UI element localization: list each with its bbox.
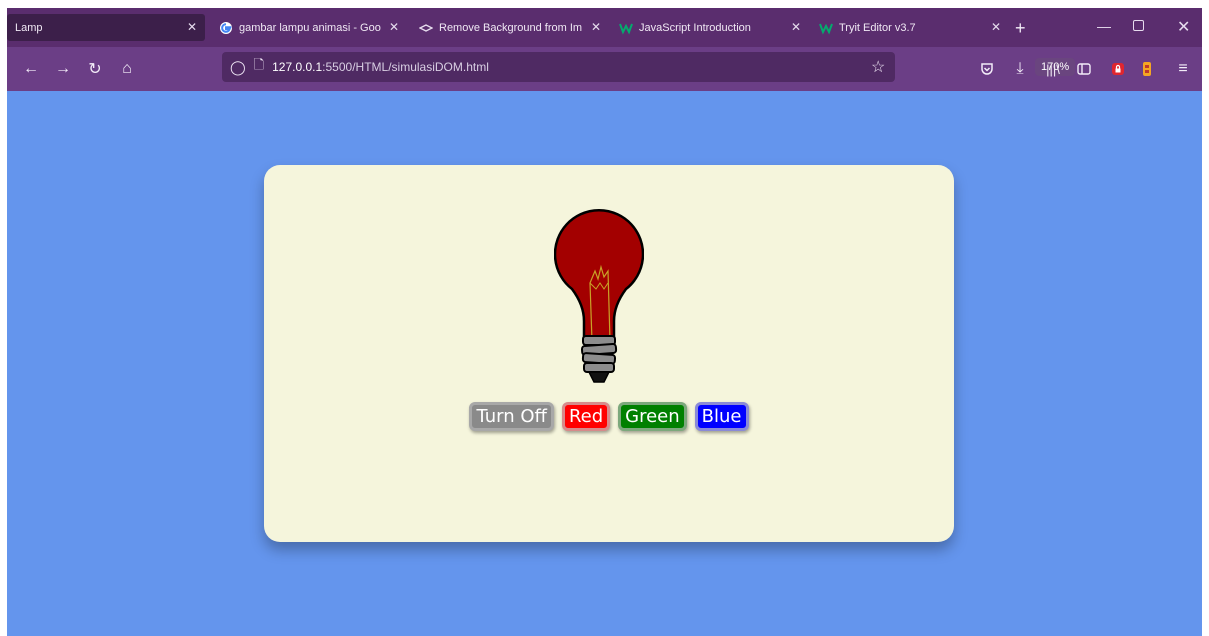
shield-icon[interactable]: ◯ [230, 59, 246, 76]
tab-label: Lamp [15, 21, 43, 34]
tab-js-intro[interactable]: JavaScript Introduction ✕ [611, 14, 809, 41]
tab-tryit[interactable]: Tryit Editor v3.7 ✕ [811, 14, 1009, 41]
lightbulb-icon [554, 209, 644, 383]
menu-icon[interactable]: ≡ [1173, 59, 1193, 79]
library-icon[interactable]: |||\ [1043, 59, 1063, 79]
reload-icon[interactable]: ↻ [85, 59, 105, 79]
tab-bar: Lamp ✕ gambar lampu animasi - Goo ✕ Remo… [7, 8, 1202, 47]
extension-lock-icon[interactable] [1108, 59, 1128, 79]
url-host: 127.0.0.1 [272, 60, 323, 74]
url-path: :5500/HTML/simulasiDOM.html [322, 60, 489, 74]
w3schools-icon [619, 21, 633, 35]
download-icon[interactable]: ⤓ [1010, 59, 1030, 79]
tab-remove-bg[interactable]: Remove Background from Im ✕ [411, 14, 609, 41]
lamp-card: Turn Off Red Green Blue [264, 165, 954, 542]
home-icon[interactable]: ⌂ [117, 59, 137, 79]
tab-label: Remove Background from Im [439, 21, 583, 34]
google-icon [219, 21, 233, 35]
tab-label: gambar lampu animasi - Goo [239, 21, 381, 34]
blue-button[interactable]: Blue [694, 402, 749, 431]
page-icon: 🗋 [253, 57, 265, 72]
browser-window: Lamp ✕ gambar lampu animasi - Goo ✕ Remo… [7, 8, 1202, 636]
close-icon[interactable]: ✕ [791, 20, 801, 34]
w3schools-icon [819, 21, 833, 35]
back-icon[interactable]: ← [21, 59, 41, 79]
tab-label: JavaScript Introduction [639, 21, 751, 34]
extension-icon[interactable] [1137, 59, 1157, 79]
restore-icon[interactable] [1133, 20, 1144, 31]
forward-icon[interactable]: → [53, 59, 73, 79]
close-window-icon[interactable]: ✕ [1177, 17, 1190, 37]
address-bar[interactable]: ◯ 🗋 127.0.0.1:5500/HTML/simulasiDOM.html… [222, 52, 1076, 82]
pocket-icon[interactable] [977, 59, 997, 79]
green-button[interactable]: Green [618, 402, 687, 431]
close-icon[interactable]: ✕ [389, 20, 399, 34]
close-icon[interactable]: ✕ [187, 20, 197, 34]
tab-google-search[interactable]: gambar lampu animasi - Goo ✕ [211, 14, 407, 41]
red-button[interactable]: Red [561, 402, 611, 431]
minimize-icon[interactable]: — [1097, 18, 1111, 34]
bookmark-star-icon[interactable]: ☆ [871, 57, 885, 77]
layers-icon [419, 21, 433, 35]
close-icon[interactable]: ✕ [991, 20, 1001, 34]
nav-bar: ← → ↻ ⌂ ◯ 🗋 127.0.0.1:5500/HTML/simulasi… [7, 47, 1202, 91]
tab-lamp[interactable]: Lamp ✕ [7, 14, 205, 41]
turn-off-button[interactable]: Turn Off [469, 402, 554, 431]
lamp-controls: Turn Off Red Green Blue [264, 402, 954, 431]
close-icon[interactable]: ✕ [591, 20, 601, 34]
sidebar-icon[interactable] [1074, 59, 1094, 79]
new-tab-icon[interactable]: + [1015, 18, 1026, 39]
page-content: Turn Off Red Green Blue [7, 91, 1202, 636]
tab-label: Tryit Editor v3.7 [839, 21, 916, 34]
